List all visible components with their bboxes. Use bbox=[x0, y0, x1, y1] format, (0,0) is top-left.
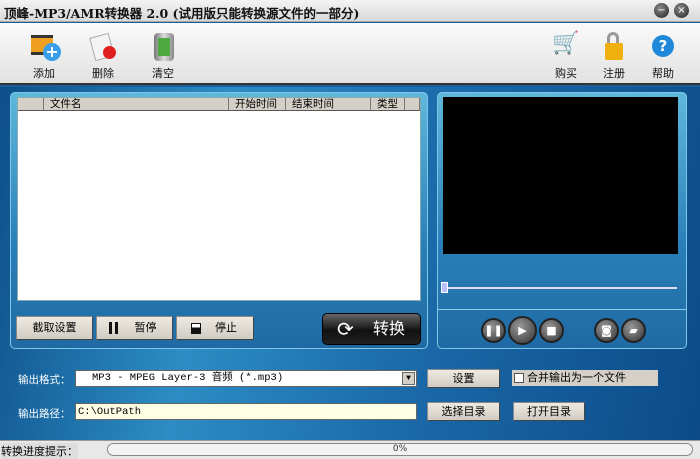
column-header-filler bbox=[405, 98, 420, 111]
output-path-input[interactable] bbox=[75, 403, 417, 420]
add-film-icon: + bbox=[29, 31, 61, 61]
status-bar: 转换进度提示： 0% bbox=[0, 440, 700, 459]
file-list[interactable]: 文件名 开始时间 结束时间 类型 bbox=[17, 97, 421, 301]
help-button[interactable]: ? 帮助 bbox=[641, 31, 685, 81]
player-play-button[interactable]: ▶ bbox=[508, 316, 537, 345]
checkbox-box[interactable] bbox=[514, 373, 524, 383]
progress-bar: 0% bbox=[107, 443, 693, 456]
stop-icon: ■ bbox=[546, 324, 557, 337]
window-title: 顶峰-MP3/AMR转换器 2.0 (试用版只能转换源文件的一部分) bbox=[4, 6, 360, 21]
delete-label: 删除 bbox=[92, 67, 114, 80]
output-format-label: 输出格式： bbox=[18, 374, 71, 386]
pause-button[interactable]: 暂停 bbox=[96, 316, 173, 340]
column-header-type[interactable]: 类型 bbox=[371, 98, 405, 111]
pause-icon bbox=[109, 322, 118, 334]
folder-icon: ▰ bbox=[629, 324, 638, 337]
pause-label: 暂停 bbox=[134, 321, 157, 334]
snapshot-button[interactable]: ◙ bbox=[594, 318, 619, 343]
stop-icon bbox=[191, 323, 201, 334]
column-header-start-time[interactable]: 开始时间 bbox=[229, 98, 286, 111]
player-stop-button[interactable]: ■ bbox=[539, 318, 564, 343]
toolbar: + 添加 删除 清空 🛒 购买 注册 ? 帮助 bbox=[0, 23, 700, 85]
player-pause-button[interactable]: ❚❚ bbox=[481, 318, 506, 343]
open-folder-button[interactable]: ▰ bbox=[621, 318, 646, 343]
output-format-value: MP3 - MPEG Layer-3 音频 (*.mp3) bbox=[92, 372, 284, 384]
help-label: 帮助 bbox=[652, 67, 674, 80]
column-header-blank[interactable] bbox=[18, 98, 44, 111]
refresh-icon: ⟳ bbox=[337, 317, 354, 341]
open-directory-button[interactable]: 打开目录 bbox=[513, 402, 585, 421]
register-label: 注册 bbox=[603, 67, 625, 80]
seek-thumb[interactable] bbox=[441, 282, 448, 293]
stop-button[interactable]: 停止 bbox=[176, 316, 254, 340]
video-preview bbox=[443, 97, 678, 254]
column-header-end-time[interactable]: 结束时间 bbox=[286, 98, 371, 111]
delete-button[interactable]: 删除 bbox=[81, 31, 125, 81]
output-format-select[interactable]: MP3 - MPEG Layer-3 音频 (*.mp3) ▼ bbox=[75, 370, 417, 387]
buy-label: 购买 bbox=[555, 67, 577, 80]
progress-label: 转换进度提示： bbox=[1, 443, 78, 459]
player-divider bbox=[437, 309, 687, 310]
shopping-cart-icon: 🛒 bbox=[552, 31, 580, 56]
chevron-down-icon[interactable]: ▼ bbox=[402, 372, 415, 385]
title-bar: 顶峰-MP3/AMR转换器 2.0 (试用版只能转换源文件的一部分) − × bbox=[0, 0, 700, 22]
close-button[interactable]: × bbox=[674, 3, 689, 18]
progress-text: 0% bbox=[392, 444, 408, 454]
register-button[interactable]: 注册 bbox=[592, 31, 636, 81]
convert-button[interactable]: ⟳ 转换 bbox=[322, 313, 421, 345]
camera-icon: ◙ bbox=[601, 324, 612, 337]
unlock-icon bbox=[599, 31, 629, 61]
merge-output-label: 合并输出为一个文件 bbox=[527, 371, 626, 384]
help-icon: ? bbox=[648, 31, 678, 61]
seek-track[interactable] bbox=[443, 287, 677, 289]
merge-output-checkbox[interactable]: 合并输出为一个文件 bbox=[512, 370, 658, 386]
clear-button[interactable]: 清空 bbox=[141, 31, 185, 81]
choose-directory-button[interactable]: 选择目录 bbox=[427, 402, 500, 421]
trash-bin-icon bbox=[148, 31, 178, 61]
output-path-label: 输出路径： bbox=[18, 408, 71, 420]
format-settings-button[interactable]: 设置 bbox=[427, 369, 500, 388]
minimize-button[interactable]: − bbox=[654, 3, 669, 18]
convert-label: 转换 bbox=[373, 319, 406, 338]
pause-icon: ❚❚ bbox=[484, 324, 503, 337]
buy-button[interactable]: 🛒 购买 bbox=[544, 31, 588, 81]
add-label: 添加 bbox=[33, 67, 55, 80]
clip-settings-button[interactable]: 截取设置 bbox=[16, 316, 93, 340]
clear-label: 清空 bbox=[152, 67, 174, 80]
add-button[interactable]: + 添加 bbox=[22, 31, 66, 81]
delete-document-icon bbox=[88, 31, 118, 62]
column-header-filename[interactable]: 文件名 bbox=[44, 98, 229, 111]
play-icon: ▶ bbox=[518, 324, 527, 337]
